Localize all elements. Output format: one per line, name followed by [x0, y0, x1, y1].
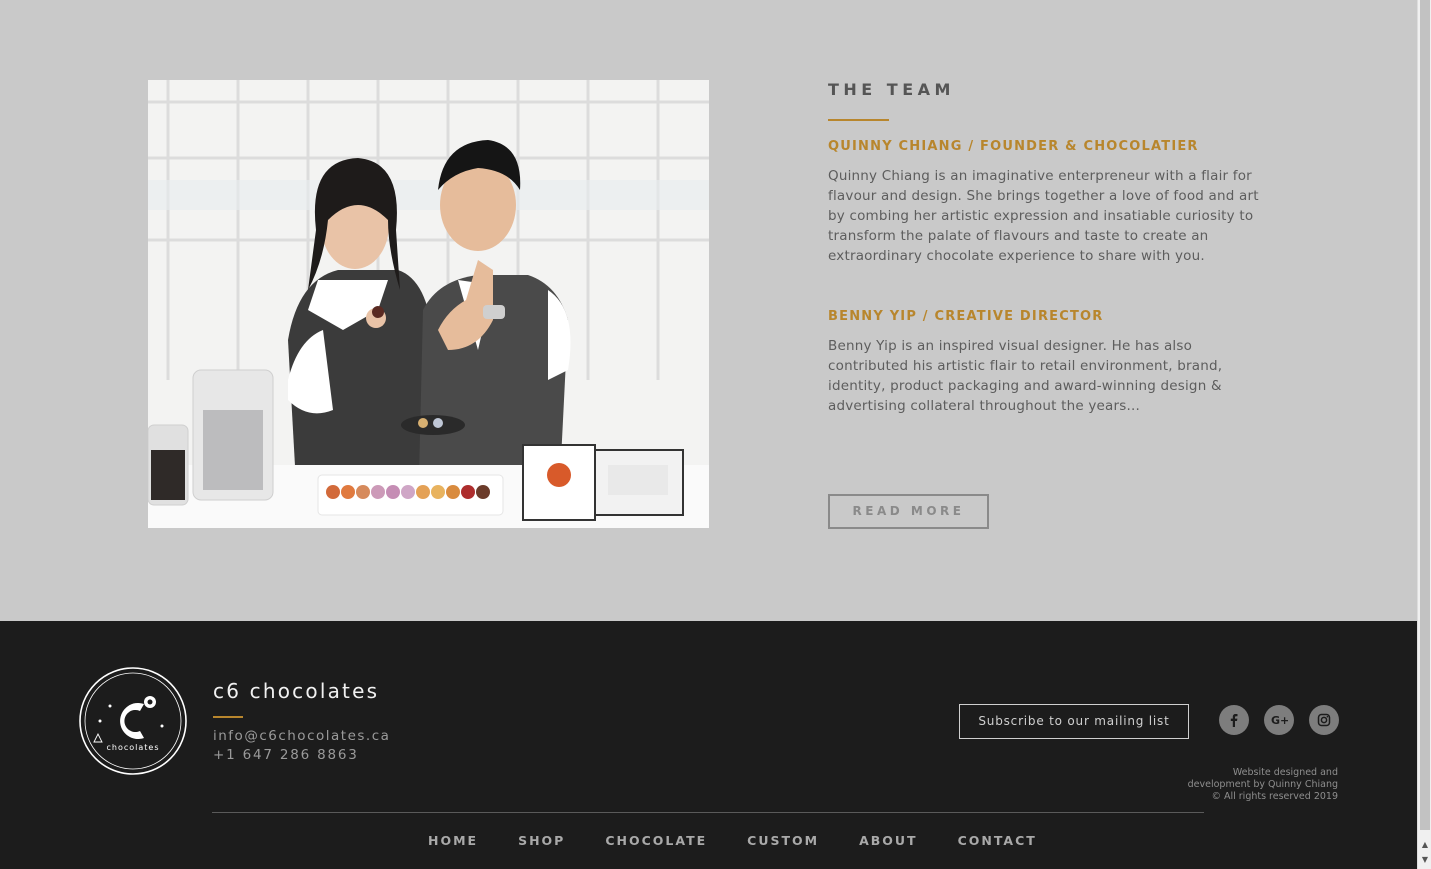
subscribe-button[interactable]: Subscribe to our mailing list: [959, 704, 1189, 739]
contact-email[interactable]: info@c6chocolates.ca: [213, 728, 390, 744]
credits-line: development by Quinny Chiang: [1187, 779, 1338, 790]
logo-text: chocolates: [106, 743, 159, 752]
contact-phone[interactable]: +1 647 286 8863: [213, 747, 359, 763]
svg-text:G+: G+: [1271, 714, 1288, 727]
scroll-down-icon[interactable]: ▼: [1418, 853, 1431, 867]
nav-about[interactable]: ABOUT: [859, 833, 918, 848]
credits-line: © All rights reserved 2019: [1211, 791, 1338, 802]
brand-divider: [213, 716, 243, 718]
member-name: QUINNY CHIANG / FOUNDER & CHOCOLATIER: [828, 139, 1199, 154]
read-more-button[interactable]: READ MORE: [828, 494, 989, 529]
nav-contact[interactable]: CONTACT: [958, 833, 1037, 848]
c6-logo[interactable]: chocolates: [78, 666, 188, 776]
team-heading: THE TEAM: [828, 80, 955, 99]
nav-shop[interactable]: SHOP: [518, 833, 565, 848]
footer-nav: HOME SHOP CHOCOLATE CUSTOM ABOUT CONTACT: [408, 833, 1057, 848]
member-name: BENNY YIP / CREATIVE DIRECTOR: [828, 309, 1104, 324]
team-member: BENNY YIP / CREATIVE DIRECTOR Benny Yip …: [828, 309, 1278, 416]
scroll-up-icon[interactable]: ▲: [1418, 838, 1431, 852]
member-bio: Quinny Chiang is an imaginative enterpre…: [828, 168, 1259, 264]
nav-custom[interactable]: CUSTOM: [747, 833, 819, 848]
team-content: THE TEAM QUINNY CHIANG / FOUNDER & CHOCO…: [828, 80, 1278, 416]
site-credits: Website designed and development by Quin…: [1188, 767, 1338, 803]
nav-home[interactable]: HOME: [428, 833, 478, 848]
member-bio: Benny Yip is an inspired visual designer…: [828, 338, 1223, 414]
instagram-icon[interactable]: [1309, 705, 1339, 735]
footer-divider: [212, 812, 1204, 813]
credits-line: Website designed and: [1232, 767, 1338, 778]
brand-name: c6 chocolates: [213, 679, 380, 703]
scrollbar-thumb[interactable]: [1420, 0, 1430, 830]
team-member: QUINNY CHIANG / FOUNDER & CHOCOLATIER Qu…: [828, 139, 1278, 266]
site-footer: chocolates c6 chocolates info@c6chocolat…: [0, 621, 1417, 869]
heading-divider: [828, 119, 889, 121]
team-section: THE TEAM QUINNY CHIANG / FOUNDER & CHOCO…: [0, 0, 1417, 621]
facebook-icon[interactable]: [1219, 705, 1249, 735]
nav-chocolate[interactable]: CHOCOLATE: [605, 833, 707, 848]
google-plus-icon[interactable]: G+: [1264, 705, 1294, 735]
page-scrollbar[interactable]: ▲ ▼: [1417, 0, 1431, 869]
team-photo: [148, 80, 709, 528]
